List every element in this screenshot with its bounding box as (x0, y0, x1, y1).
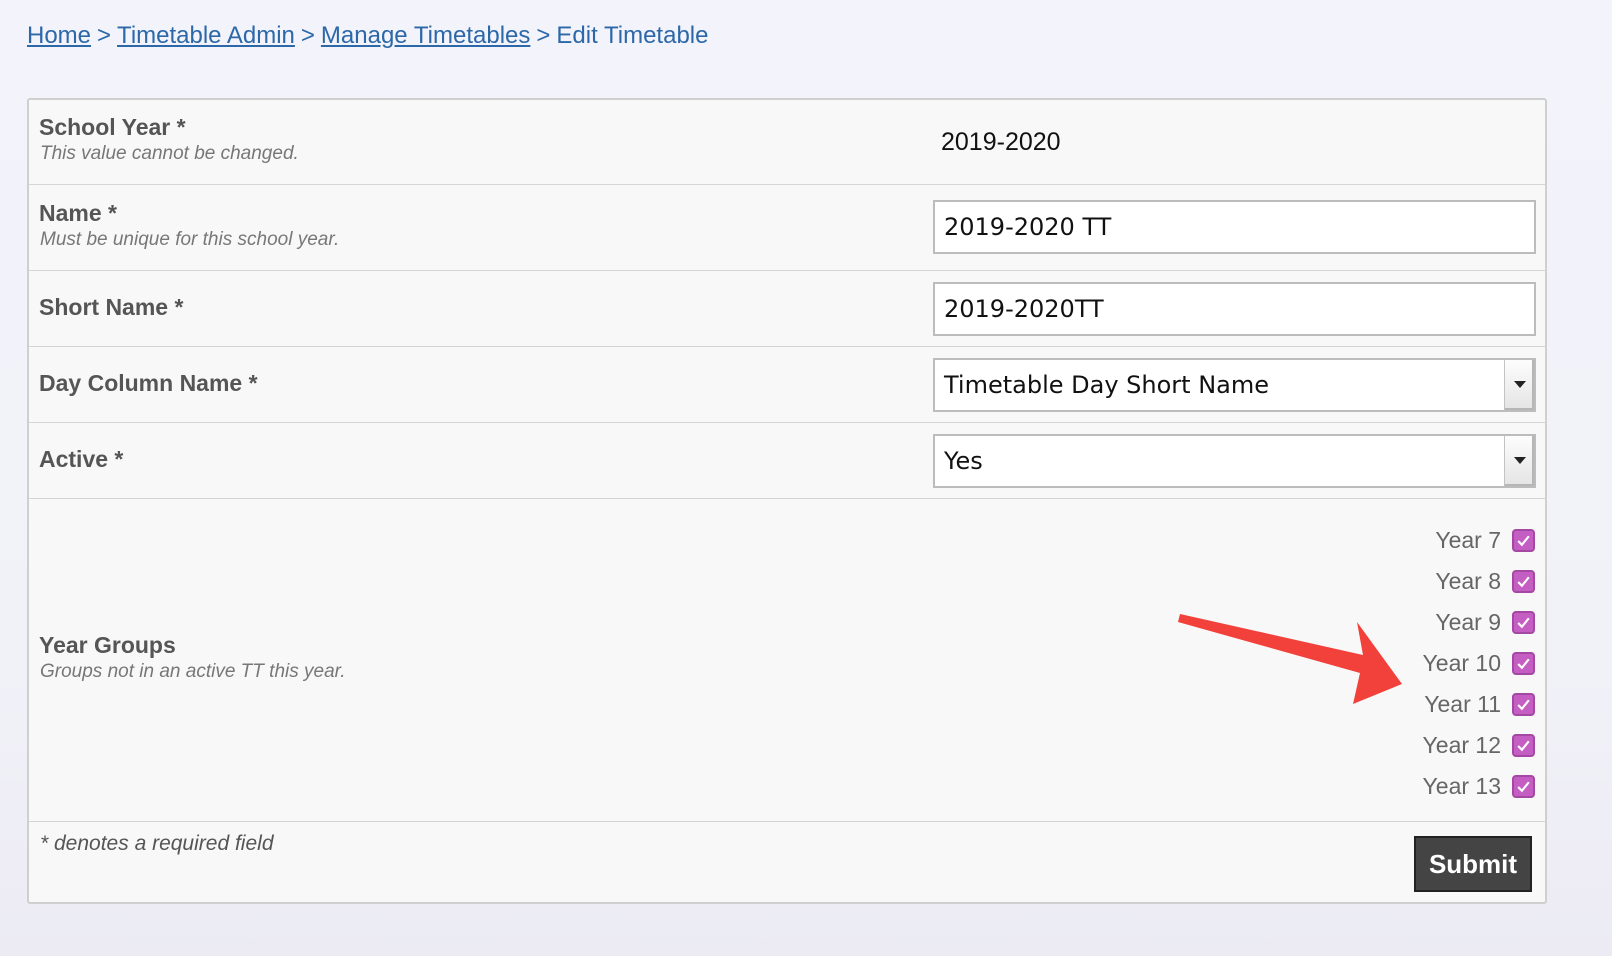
checkmark-icon (1517, 617, 1530, 629)
name-label: Name * (39, 200, 117, 226)
year-group-label: Year 12 (1422, 732, 1501, 758)
year-groups-checkbox-list: Year 7 Year 8 Year 9 Year 10 Year 11 Yea… (1235, 520, 1535, 807)
year-group-label: Year 13 (1422, 773, 1501, 799)
breadcrumb-link-timetable-admin[interactable]: Timetable Admin (117, 22, 295, 49)
breadcrumb-separator: > (97, 22, 112, 49)
year-group-option[interactable]: Year 8 (1235, 561, 1535, 602)
school-year-value: 2019-2020 (941, 128, 1061, 156)
year-group-checkbox[interactable] (1512, 734, 1535, 757)
short-name-row: Short Name * 2019-2020TT (29, 271, 1545, 347)
year-group-label: Year 10 (1422, 650, 1501, 676)
year-group-checkbox[interactable] (1512, 693, 1535, 716)
school-year-description: This value cannot be changed. (40, 143, 299, 164)
year-group-option[interactable]: Year 9 (1235, 602, 1535, 643)
chevron-down-icon[interactable] (1504, 360, 1534, 410)
checkmark-icon (1517, 781, 1530, 793)
active-selected: Yes (944, 447, 983, 475)
year-groups-label: Year Groups (39, 632, 176, 658)
year-group-option[interactable]: Year 7 (1235, 520, 1535, 561)
year-group-label: Year 11 (1424, 691, 1501, 717)
year-group-checkbox[interactable] (1512, 570, 1535, 593)
year-group-label: Year 9 (1435, 609, 1501, 635)
short-name-label: Short Name * (39, 294, 184, 320)
year-groups-description: Groups not in an active TT this year. (40, 661, 346, 682)
year-group-label: Year 7 (1435, 527, 1501, 553)
checkmark-icon (1517, 699, 1530, 711)
day-column-name-label: Day Column Name * (39, 370, 258, 396)
year-group-option[interactable]: Year 12 (1235, 725, 1535, 766)
breadcrumb-current: Edit Timetable (556, 22, 709, 49)
year-group-option[interactable]: Year 10 (1235, 643, 1535, 684)
required-field-note: * denotes a required field (40, 832, 274, 855)
year-group-checkbox[interactable] (1512, 611, 1535, 634)
active-label: Active * (39, 446, 124, 472)
checkmark-icon (1517, 740, 1530, 752)
breadcrumb: Home > Timetable Admin > Manage Timetables > E… (27, 22, 708, 50)
active-select[interactable]: Yes (933, 434, 1536, 488)
breadcrumb-link-home[interactable]: Home (27, 22, 91, 49)
checkmark-icon (1517, 576, 1530, 588)
short-name-input[interactable]: 2019-2020TT (933, 282, 1536, 336)
day-column-name-row: Day Column Name * Timetable Day Short Na… (29, 347, 1545, 423)
school-year-row: School Year * This value cannot be chang… (29, 100, 1545, 185)
edit-timetable-form: School Year * This value cannot be chang… (27, 98, 1547, 904)
form-footer-row: * denotes a required field Submit (29, 822, 1545, 904)
name-input[interactable]: 2019-2020 TT (933, 200, 1536, 254)
day-column-name-selected: Timetable Day Short Name (944, 371, 1270, 399)
checkmark-icon (1517, 658, 1530, 670)
school-year-label: School Year * (39, 114, 186, 140)
submit-button[interactable]: Submit (1414, 836, 1532, 892)
year-group-checkbox[interactable] (1512, 529, 1535, 552)
breadcrumb-link-manage-timetables[interactable]: Manage Timetables (321, 22, 530, 49)
year-group-label: Year 8 (1435, 568, 1501, 594)
breadcrumb-separator: > (300, 22, 315, 49)
year-group-checkbox[interactable] (1512, 652, 1535, 675)
chevron-down-icon[interactable] (1504, 436, 1534, 486)
breadcrumb-separator: > (536, 22, 551, 49)
name-row: Name * Must be unique for this school ye… (29, 185, 1545, 271)
name-description: Must be unique for this school year. (40, 229, 340, 250)
day-column-name-select[interactable]: Timetable Day Short Name (933, 358, 1536, 412)
checkmark-icon (1517, 535, 1530, 547)
year-group-checkbox[interactable] (1512, 775, 1535, 798)
year-group-option[interactable]: Year 11 (1235, 684, 1535, 725)
year-group-option[interactable]: Year 13 (1235, 766, 1535, 807)
year-groups-row: Year Groups Groups not in an active TT t… (29, 499, 1545, 822)
active-row: Active * Yes (29, 423, 1545, 499)
